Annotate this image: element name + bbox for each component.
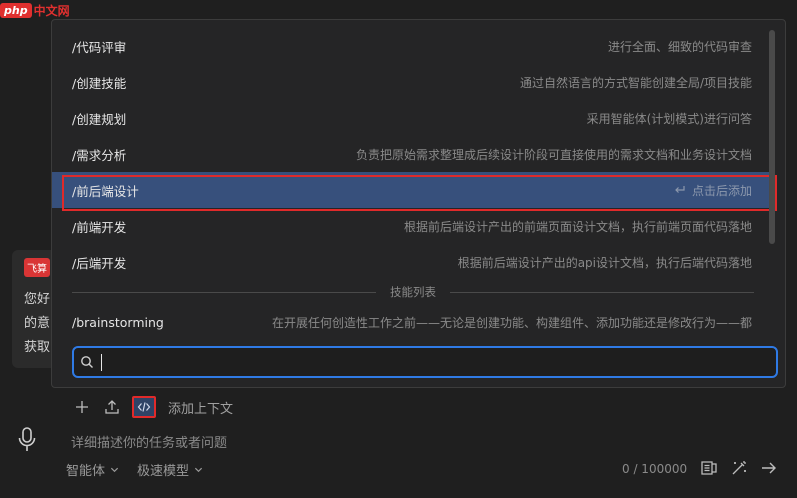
character-counter: 0 / 100000 <box>622 462 688 476</box>
assistant-badge: 飞算 <box>24 258 50 277</box>
command-item[interactable]: /后端开发 根据前后端设计产出的api设计文档，执行后端代码落地 <box>52 244 772 280</box>
bottom-controls: 智能体 极速模型 <box>66 460 203 479</box>
skills-divider-label: 技能列表 <box>390 285 436 299</box>
command-search-box[interactable] <box>72 346 778 378</box>
chat-line: 获取 <box>24 340 51 355</box>
code-command-icon[interactable] <box>132 396 156 418</box>
upload-icon[interactable] <box>102 397 122 417</box>
model-dropdown[interactable]: 极速模型 <box>137 460 203 479</box>
skill-item[interactable]: /brainstorming 在开展任何创造性工作之前——无论是创建功能、构建组… <box>52 304 772 340</box>
command-name: /创建规划 <box>72 111 127 127</box>
enter-key-icon <box>675 186 685 193</box>
chevron-down-icon <box>110 467 119 473</box>
command-item[interactable]: /需求分析 负责把原始需求整理成后续设计阶段可直接使用的需求文档和业务设计文档 <box>52 136 772 172</box>
microphone-icon[interactable] <box>16 426 38 454</box>
chat-line: 的意 <box>24 316 51 331</box>
command-popup: /代码评审 进行全面、细致的代码审查 /创建技能 通过自然语言的方式智能创建全局… <box>51 19 786 388</box>
command-desc: 采用智能体(计划模式)进行问答 <box>586 111 752 126</box>
watermark: php 中文网 <box>0 0 70 20</box>
watermark-text: 中文网 <box>33 3 70 18</box>
command-desc: 进行全面、细致的代码审查 <box>607 39 752 54</box>
command-item[interactable]: /创建规划 采用智能体(计划模式)进行问答 <box>52 100 772 136</box>
input-toolbar: 添加上下文 <box>72 396 233 418</box>
chevron-down-icon <box>194 467 203 473</box>
command-item[interactable]: /代码评审 进行全面、细致的代码审查 <box>52 28 772 64</box>
command-desc: 通过自然语言的方式智能创建全局/项目技能 <box>519 75 752 90</box>
command-desc: 根据前后端设计产出的api设计文档，执行后端代码落地 <box>457 255 752 270</box>
text-caret <box>101 354 102 371</box>
command-name: /前后端设计 <box>72 183 139 199</box>
add-icon[interactable] <box>72 397 92 417</box>
mode-dropdown[interactable]: 智能体 <box>66 460 119 479</box>
command-name: /代码评审 <box>72 39 127 55</box>
add-context-button[interactable]: 添加上下文 <box>168 398 233 417</box>
command-name: /前端开发 <box>72 219 127 235</box>
task-prompt-input[interactable] <box>71 433 591 453</box>
command-name: /需求分析 <box>72 147 127 163</box>
skills-divider: 技能列表 <box>72 282 754 302</box>
search-icon <box>81 356 93 368</box>
command-name: /创建技能 <box>72 75 127 91</box>
command-item[interactable]: /创建技能 通过自然语言的方式智能创建全局/项目技能 <box>52 64 772 100</box>
chat-line: 您好 <box>24 292 51 307</box>
skill-desc: 在开展任何创造性工作之前——无论是创建功能、构建组件、添加功能还是修改行为——都 <box>271 315 752 330</box>
mode-label: 智能体 <box>66 464 106 479</box>
command-desc: 根据前后端设计产出的前端页面设计文档，执行前端页面代码落地 <box>403 219 752 234</box>
enter-hint-text: 点击后添加 <box>691 183 752 198</box>
model-label: 极速模型 <box>137 464 190 479</box>
divider-line <box>72 291 376 293</box>
magic-wand-icon[interactable] <box>730 459 748 477</box>
command-item-selected[interactable]: /前后端设计 点击后添加 <box>52 172 772 208</box>
command-desc: 负责把原始需求整理成后续设计阶段可直接使用的需求文档和业务设计文档 <box>355 147 752 162</box>
bottom-right-actions <box>700 459 778 477</box>
watermark-logo: php <box>0 2 32 18</box>
command-name: /后端开发 <box>72 255 127 271</box>
popup-scrollbar[interactable] <box>769 30 775 244</box>
skill-name: /brainstorming <box>72 314 164 330</box>
send-arrow-icon[interactable] <box>760 459 778 477</box>
command-search-input[interactable] <box>94 348 776 376</box>
context-library-icon[interactable] <box>700 459 718 477</box>
divider-line <box>450 291 754 293</box>
enter-hint: 点击后添加 <box>674 182 752 199</box>
command-item[interactable]: /前端开发 根据前后端设计产出的前端页面设计文档，执行前端页面代码落地 <box>52 208 772 244</box>
